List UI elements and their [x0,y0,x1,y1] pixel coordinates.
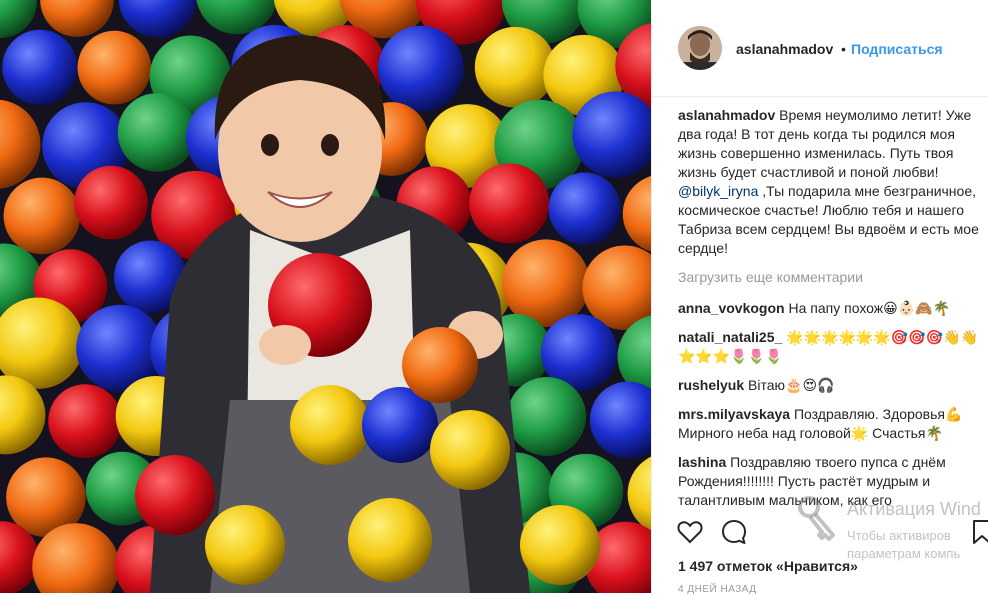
ball [402,327,478,403]
photo-image [0,0,651,593]
follow-button[interactable]: Подписаться [851,41,943,57]
comment-username[interactable]: rushelyuk [678,377,744,393]
ball [74,165,148,240]
avatar[interactable] [678,26,722,70]
comment-username[interactable]: mrs.milyavskaya [678,406,790,422]
ball [469,163,550,244]
comment-bubble-icon[interactable] [720,518,748,546]
heart-icon[interactable] [676,518,704,546]
ball [378,25,464,112]
comment-item: anna_vovkogon На папу похож😀👶🏻🙈🌴 [678,299,984,318]
comment-item: natali_natali25_ 🌟🌟🌟🌟🌟🌟🎯🎯🎯👋👋⭐⭐⭐🌷🌷🌷 [678,328,984,366]
caption-mention[interactable]: @bilyk_iryna [678,183,758,199]
ball [3,177,81,255]
avatar-image [678,26,722,70]
ball [135,455,215,535]
comment-username[interactable]: natali_natali25_ [678,329,782,345]
post-sidebar: aslanahmadov • Подписаться aslanahmadov … [651,0,988,595]
bookmark-icon[interactable] [968,518,988,546]
ball [290,385,370,465]
ball [77,30,152,105]
comment-text: Вітаю🎂😍🎧 [748,377,835,393]
ball [205,505,285,585]
separator-dot: • [841,41,846,57]
ball [507,377,587,456]
comments-list[interactable]: aslanahmadov Время неумолимо летит! Уже … [678,106,984,516]
comment-item: rushelyuk Вітаю🎂😍🎧 [678,376,984,395]
ball [2,29,78,105]
caption-username[interactable]: aslanahmadov [678,107,775,123]
post-header: aslanahmadov • Подписаться [652,0,988,97]
post-photo[interactable] [0,0,651,593]
load-more-comments[interactable]: Загрузить еще комментарии [678,268,984,287]
comment-text: На папу похож😀👶🏻🙈🌴 [788,300,951,316]
ball [348,498,432,582]
likes-count[interactable]: 1 497 отметок «Нравится» [678,558,858,574]
ball [48,384,122,458]
ball [520,505,600,585]
comment-item: lashina Поздравляю твоего пупса с днём Р… [678,453,984,510]
ball [474,26,556,108]
comment-username[interactable]: lashina [678,454,726,470]
child-eye [261,134,279,156]
child-hand [259,325,311,365]
comment-username[interactable]: anna_vovkogon [678,300,785,316]
post-date[interactable]: 4 ДНЕЙ НАЗАД [678,584,757,595]
author-username[interactable]: aslanahmadov [736,41,833,57]
action-bar [676,518,988,548]
ball [430,410,510,490]
ball [548,172,621,245]
caption: aslanahmadov Время неумолимо летит! Уже … [678,106,984,258]
comment-item: mrs.milyavskaya Поздравляю. Здоровья💪 Ми… [678,405,984,443]
ball [117,93,197,172]
child-eye [321,134,339,156]
